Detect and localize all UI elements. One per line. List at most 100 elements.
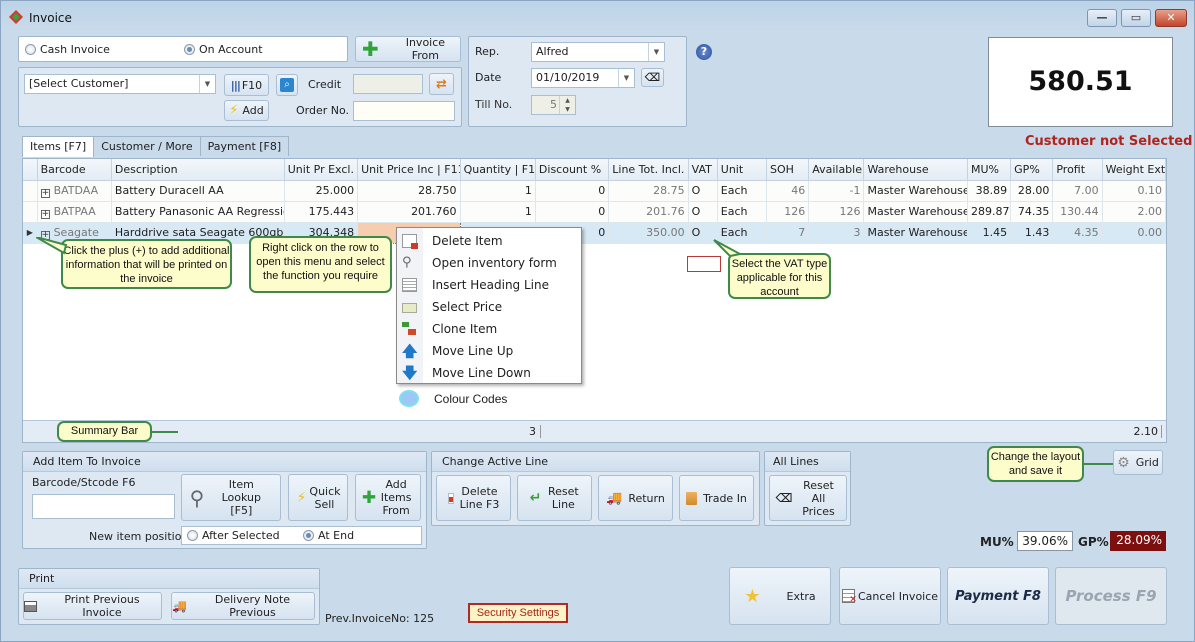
grid-layout-button[interactable]: ⚙ Grid <box>1113 450 1163 475</box>
cell-profit[interactable]: 130.44 <box>1052 201 1103 223</box>
column-header[interactable]: Weight Ext <box>1102 159 1167 181</box>
cell-mu[interactable]: 1.45 <box>967 222 1012 244</box>
cell-unit-inc[interactable]: 28.750 <box>357 180 461 202</box>
tab-payment[interactable]: Payment [F8] <box>199 136 290 156</box>
cell-description[interactable]: Battery Panasonic AA Regression) <box>111 201 285 223</box>
cell-available[interactable]: -1 <box>808 180 865 202</box>
column-header[interactable]: Description <box>111 159 285 181</box>
cell-gp[interactable]: 28.00 <box>1010 180 1054 202</box>
column-header[interactable]: Line Tot. Incl. <box>608 159 689 181</box>
menu-item-select-price[interactable]: Select Price <box>397 296 581 318</box>
cell-available[interactable]: 126 <box>808 201 865 223</box>
cell-description[interactable]: Battery Duracell AA <box>111 180 285 202</box>
cancel-invoice-button[interactable]: ✕ Cancel Invoice <box>839 567 941 625</box>
close-button[interactable]: ✕ <box>1155 9 1187 27</box>
column-header[interactable]: Warehouse <box>863 159 968 181</box>
order-no-field[interactable] <box>353 101 455 121</box>
item-lookup-button[interactable]: ⚲ Item Lookup [F5] <box>181 474 281 521</box>
barcode-input[interactable] <box>32 494 175 519</box>
scan-barcode-button[interactable]: ||| F10 <box>224 74 269 96</box>
cell-gp[interactable]: 1.43 <box>1010 222 1054 244</box>
cell-available[interactable]: 3 <box>808 222 865 244</box>
cell-weight[interactable]: 0.00 <box>1102 222 1167 244</box>
return-button[interactable]: 🚚 Return <box>598 475 673 521</box>
chevron-down-icon[interactable]: ▼ <box>648 43 664 61</box>
delivery-note-previous-button[interactable]: 🚚 Delivery Note Previous <box>171 592 315 620</box>
rep-select[interactable]: Alfred ▼ <box>531 42 665 62</box>
reset-line-button[interactable]: ↵ Reset Line <box>517 475 592 521</box>
cell-warehouse[interactable]: Master Warehouse <box>863 222 968 244</box>
column-header[interactable]: Unit Pr Excl. <box>284 159 359 181</box>
on-account-radio[interactable]: On Account <box>184 43 263 56</box>
column-header[interactable]: GP% <box>1010 159 1054 181</box>
help-icon[interactable]: ? <box>696 44 712 60</box>
cell-warehouse[interactable]: Master Warehouse <box>863 201 968 223</box>
column-header[interactable]: Quantity | F12 <box>460 159 536 181</box>
column-header[interactable]: Profit <box>1052 159 1103 181</box>
cell-soh[interactable]: 46 <box>766 180 810 202</box>
add-customer-button[interactable]: ⚡ Add <box>224 100 269 121</box>
chevron-down-icon[interactable]: ▼ <box>618 69 634 87</box>
cell-soh[interactable]: 126 <box>766 201 810 223</box>
column-header[interactable]: Available <box>808 159 865 181</box>
cell-discount[interactable]: 0 <box>535 180 610 202</box>
cell-vat[interactable]: O <box>688 180 718 202</box>
menu-item-open-inventory[interactable]: ⚲ Open inventory form <box>397 252 581 274</box>
column-header[interactable]: SOH <box>766 159 810 181</box>
cell-qty[interactable]: 1 <box>460 180 536 202</box>
reset-all-prices-button[interactable]: ⌫ Reset All Prices <box>769 475 847 521</box>
cell-mu[interactable]: 289.87 <box>967 201 1012 223</box>
cell-soh[interactable]: 7 <box>766 222 810 244</box>
cell-unit-excl[interactable]: 175.443 <box>284 201 359 223</box>
cell-profit[interactable]: 7.00 <box>1052 180 1103 202</box>
cell-gp[interactable]: 74.35 <box>1010 201 1054 223</box>
cell-unit-inc[interactable]: 201.760 <box>357 201 461 223</box>
after-selected-radio[interactable]: After Selected <box>187 529 280 542</box>
cell-discount[interactable]: 0 <box>535 201 610 223</box>
payment-button[interactable]: Payment F8 <box>947 567 1049 625</box>
quick-sell-button[interactable]: ⚡ Quick Sell <box>288 474 348 521</box>
minimize-button[interactable]: — <box>1087 9 1117 27</box>
cell-weight[interactable]: 2.00 <box>1102 201 1167 223</box>
cash-invoice-radio[interactable]: Cash Invoice <box>25 43 110 56</box>
cell-line-total[interactable]: 201.76 <box>608 201 689 223</box>
add-items-from-button[interactable]: ✚ Add Items From <box>355 474 421 521</box>
cell-unit[interactable]: Each <box>717 201 768 223</box>
column-header[interactable]: Unit Price Inc | F11 <box>357 159 461 181</box>
at-end-radio[interactable]: At End <box>303 529 354 542</box>
column-header[interactable]: Barcode <box>37 159 112 181</box>
column-header[interactable]: VAT <box>688 159 718 181</box>
clear-date-button[interactable]: ⌫ <box>641 68 664 87</box>
cell-line-total[interactable]: 28.75 <box>608 180 689 202</box>
chevron-down-icon[interactable]: ▼ <box>199 75 215 93</box>
menu-item-move-up[interactable]: 🡅 Move Line Up <box>397 340 581 362</box>
menu-item-clone-item[interactable]: Clone Item <box>397 318 581 340</box>
menu-item-insert-heading[interactable]: Insert Heading Line <box>397 274 581 296</box>
cell-mu[interactable]: 38.89 <box>967 180 1012 202</box>
menu-item-move-down[interactable]: 🡇 Move Line Down <box>397 362 581 384</box>
delete-line-button[interactable]: Delete Line F3 <box>436 475 511 521</box>
cell-barcode[interactable]: + BATDAA <box>37 180 112 202</box>
menu-item-delete-item[interactable]: Delete Item <box>397 230 581 252</box>
cell-profit[interactable]: 4.35 <box>1052 222 1103 244</box>
cell-weight[interactable]: 0.10 <box>1102 180 1167 202</box>
refresh-credit-button[interactable]: ⇄ <box>429 73 454 95</box>
security-settings-link[interactable]: Security Settings <box>468 603 568 623</box>
customer-select[interactable]: [Select Customer] ▼ <box>24 74 216 94</box>
table-row[interactable]: + BATDAA Battery Duracell AA 25.000 28.750 1 0… <box>23 180 1167 202</box>
cell-vat[interactable]: O <box>688 201 718 223</box>
cell-warehouse[interactable]: Master Warehouse <box>863 180 968 202</box>
column-header[interactable]: Discount % <box>535 159 610 181</box>
expand-plus-icon[interactable]: + <box>40 209 50 219</box>
cell-qty[interactable]: 1 <box>460 201 536 223</box>
column-header[interactable]: Unit <box>717 159 768 181</box>
customer-search-button[interactable]: ⌕ <box>276 74 298 96</box>
invoice-from-button[interactable]: ✚ Invoice From <box>355 36 461 62</box>
extra-button[interactable]: ★ Extra <box>729 567 831 625</box>
cell-line-total[interactable]: 350.00 <box>608 222 689 244</box>
column-header[interactable]: MU% <box>967 159 1012 181</box>
cell-barcode[interactable]: + BATPAA <box>37 201 112 223</box>
cell-unit-excl[interactable]: 25.000 <box>284 180 359 202</box>
trade-in-button[interactable]: Trade In <box>679 475 754 521</box>
date-picker[interactable]: 01/10/2019 ▼ <box>531 68 635 88</box>
